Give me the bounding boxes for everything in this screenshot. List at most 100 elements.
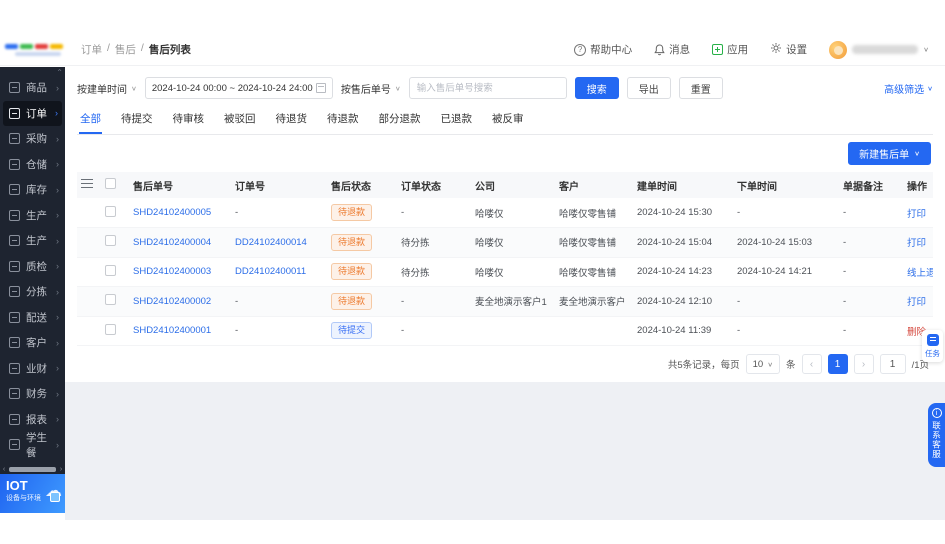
info-circle-icon: i <box>931 408 942 418</box>
row-checkbox[interactable] <box>105 235 116 247</box>
sidebar-item-分拣[interactable]: 分拣 › <box>0 279 65 305</box>
action-打印-link[interactable]: 打印 <box>907 297 926 308</box>
order-no-empty: - <box>235 295 239 307</box>
action-线上退款-link[interactable]: 线上退款 <box>907 268 933 279</box>
aftersales-no-link[interactable]: SHD24102400003 <box>133 266 211 277</box>
created-time-cell: 2024-10-24 15:30 <box>633 198 733 228</box>
order-status-cell: 待分拣 <box>397 257 471 287</box>
date-range-picker[interactable]: 2024-10-24 00:00 ~ 2024-10-24 24:00 <box>144 77 333 99</box>
row-checkbox[interactable] <box>105 264 116 276</box>
column-header-售后状态: 售后状态 <box>327 172 397 198</box>
column-header-售后单号: 售后单号 <box>129 172 231 198</box>
sidebar-item-生产[interactable]: 生产 › <box>0 228 65 254</box>
order-no-link[interactable]: DD24102400014 <box>235 237 307 248</box>
advanced-filter-toggle[interactable]: 高级筛选 ∨ <box>884 81 933 95</box>
sidebar-scroll-up-icon[interactable]: ⌃ <box>56 68 63 77</box>
sidebar-item-label: 仓储 <box>26 158 47 171</box>
breadcrumb-orders[interactable]: 订单 <box>81 42 102 57</box>
created-time-cell: 2024-10-24 11:39 <box>633 316 733 346</box>
sidebar-horizontal-scrollbar[interactable]: ‹ › <box>0 465 65 473</box>
user-menu[interactable]: ∨ <box>829 40 929 59</box>
apps-button[interactable]: 应用 <box>712 42 748 57</box>
created-time-text: 2024-10-24 15:04 <box>637 236 713 248</box>
time-field-select[interactable]: 按建单时间 ∨ <box>77 81 137 95</box>
sidebar-item-客户[interactable]: 客户 › <box>0 330 65 356</box>
order-no-field-select[interactable]: 按售后单号 ∨ <box>341 81 401 95</box>
row-checkbox[interactable] <box>105 323 116 335</box>
aftersales-no-link[interactable]: SHD24102400005 <box>133 207 211 218</box>
breadcrumb-aftersales[interactable]: 售后 <box>115 42 136 57</box>
tab-待退款[interactable]: 待退款 <box>326 107 360 134</box>
status-tag: 待退款 <box>331 233 373 251</box>
settings-button[interactable]: 设置 <box>770 42 807 57</box>
sidebar-item-库存[interactable]: 库存 › <box>0 177 65 203</box>
tab-被反审[interactable]: 被反审 <box>491 107 525 134</box>
next-page-button[interactable]: › <box>853 354 874 374</box>
sidebar-item-质检[interactable]: 质检 › <box>0 254 65 280</box>
row-checkbox[interactable] <box>105 294 116 306</box>
new-aftersales-button[interactable]: 新建售后单 ∨ <box>848 142 931 165</box>
scroll-left-icon[interactable]: ‹ <box>0 466 8 473</box>
tab-待退货[interactable]: 待退货 <box>275 107 309 134</box>
company-text: 麦全地演示客户1 <box>475 297 547 309</box>
tab-被驳回[interactable]: 被驳回 <box>223 107 257 134</box>
expand-all-icon[interactable] <box>81 179 93 188</box>
status-tag: 待退款 <box>331 204 373 221</box>
scroll-right-icon[interactable]: › <box>57 466 65 473</box>
iot-banner[interactable]: IOT 设备与环境 ☁ <box>0 474 65 513</box>
tab-已退款[interactable]: 已退款 <box>440 107 474 134</box>
page-1-button[interactable]: 1 <box>827 354 848 374</box>
prev-page-button[interactable]: ‹ <box>801 354 822 374</box>
sidebar-item-仓储[interactable]: 仓储 › <box>0 152 65 178</box>
customer-cell: 哈喽仅零售铺 <box>555 227 633 258</box>
sidebar-item-采购[interactable]: 采购 › <box>0 126 65 152</box>
aftersales-no-link[interactable]: SHD24102400001 <box>133 325 211 336</box>
sidebar-item-业财[interactable]: 业财 › <box>0 356 65 382</box>
order-no-link[interactable]: DD24102400011 <box>235 266 306 277</box>
sidebar-item-报表[interactable]: 报表 › <box>0 407 65 433</box>
row-select-cell <box>101 286 129 317</box>
sidebar-item-订单[interactable]: 订单 › <box>3 100 62 126</box>
row-checkbox[interactable] <box>105 205 116 217</box>
created-time-cell: 2024-10-24 15:04 <box>633 227 733 258</box>
contact-service-label: 联系客服 <box>931 421 942 459</box>
remark-cell: - <box>839 227 903 258</box>
sidebar-item-配送[interactable]: 配送 › <box>0 305 65 331</box>
search-button[interactable]: 搜索 <box>574 77 619 99</box>
chevron-down-icon: ∨ <box>131 84 137 92</box>
action-打印-link[interactable]: 打印 <box>907 238 926 249</box>
goods-icon <box>9 82 20 94</box>
action-打印-link[interactable]: 打印 <box>907 209 926 220</box>
sidebar-item-商品[interactable]: 商品 › <box>0 75 65 101</box>
sidebar-item-生产[interactable]: 生产 › <box>0 203 65 229</box>
messages-button[interactable]: 消息 <box>654 42 690 57</box>
page-jump-input[interactable] <box>879 354 906 374</box>
scrollbar-thumb[interactable] <box>9 466 56 472</box>
aftersales-no-link[interactable]: SHD24102400002 <box>133 296 211 307</box>
aftersales-no-link[interactable]: SHD24102400004 <box>133 237 211 248</box>
help-center-button[interactable]: ? 帮助中心 <box>574 42 632 57</box>
reset-button[interactable]: 重置 <box>678 77 723 99</box>
export-button[interactable]: 导出 <box>626 77 671 99</box>
tab-全部[interactable]: 全部 <box>79 107 102 134</box>
sidebar-item-财务[interactable]: 财务 › <box>0 381 65 407</box>
tab-待提交[interactable]: 待提交 <box>120 107 154 134</box>
ordered-time-text: 2024-10-24 14:21 <box>737 266 813 278</box>
select-all-checkbox[interactable] <box>105 178 116 189</box>
task-floating-button[interactable]: 任务 <box>922 330 943 362</box>
page-size-select[interactable]: 10 ∨ <box>745 354 781 374</box>
chevron-right-icon: › <box>56 133 59 144</box>
student-meal-icon <box>9 439 20 451</box>
contact-service-tab[interactable]: i 联系客服 <box>928 403 945 467</box>
company-cell <box>471 316 555 346</box>
aftersales-no-search-input[interactable] <box>408 77 567 99</box>
order-status-cell: 待分拣 <box>397 227 471 258</box>
aftersales-no-cell: SHD24102400004 <box>129 227 231 258</box>
sidebar-item-学生餐[interactable]: 学生餐 › <box>0 432 65 459</box>
tab-待审核[interactable]: 待审核 <box>172 107 206 134</box>
column-header-公司: 公司 <box>471 172 555 198</box>
finance-icon <box>9 388 20 400</box>
tab-部分退款[interactable]: 部分退款 <box>378 107 422 134</box>
page-size-value: 10 <box>752 358 764 370</box>
help-center-label: 帮助中心 <box>590 44 633 56</box>
